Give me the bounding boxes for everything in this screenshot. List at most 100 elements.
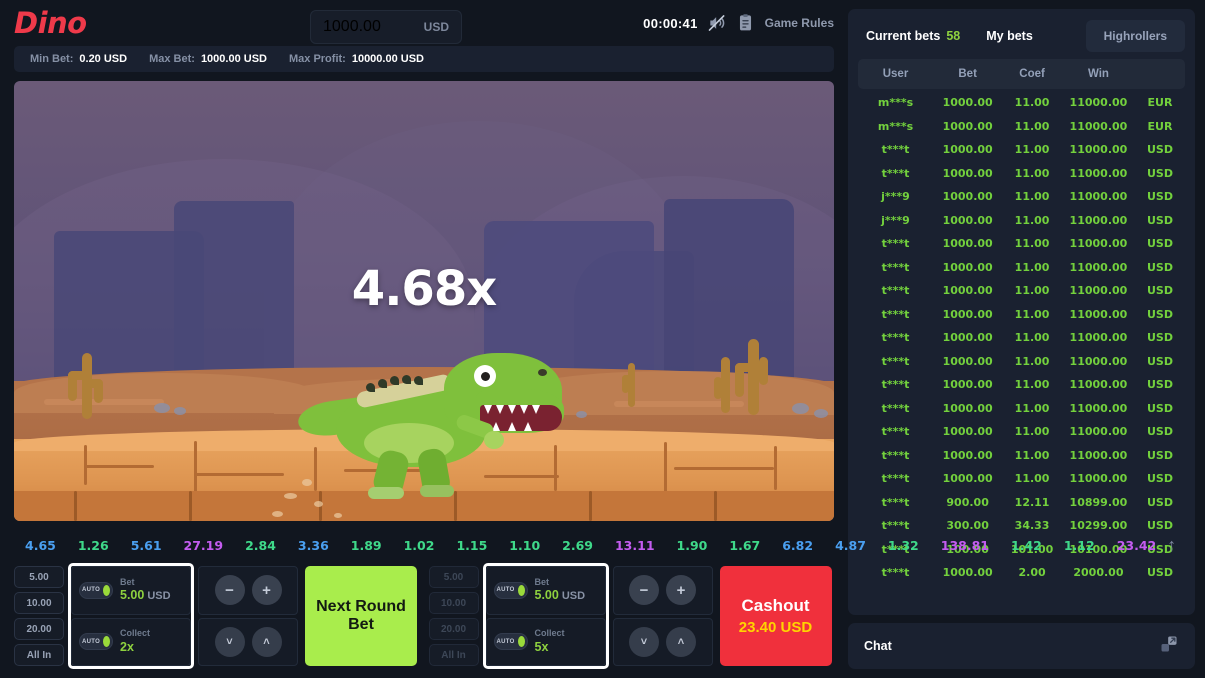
table-row[interactable]: j***9 1000.00 11.00 11000.00 USD [858,185,1185,209]
table-row[interactable]: t***t 1000.00 2.00 2000.00 USD [858,561,1185,585]
balance-display[interactable]: 1000.00 USD [310,10,462,44]
quick-bet-all-in[interactable]: All In [14,644,64,666]
quick-bet-all-in-right[interactable]: All In [428,644,479,666]
next-round-bet-button[interactable]: Next Round Bet [305,566,417,666]
history-multiplier[interactable]: 2.69 [551,538,604,553]
table-row[interactable]: t***t 900.00 12.11 10899.00 USD [858,491,1185,515]
history-multiplier[interactable]: 1.02 [393,538,446,553]
rock [576,411,587,418]
history-multiplier[interactable]: 4.65 [14,538,67,553]
table-row[interactable]: m***s 1000.00 11.00 11000.00 EUR [858,115,1185,139]
quick-bet-5[interactable]: 5.00 [14,566,64,588]
bet-currency: USD [1146,378,1173,392]
history-multiplier[interactable]: 3.36 [287,538,340,553]
collect-decrement-left[interactable]: ˅ [214,626,245,657]
table-row[interactable]: t***t 300.00 34.33 10299.00 USD [858,514,1185,538]
table-row[interactable]: t***t 1000.00 11.00 11000.00 USD [858,303,1185,327]
table-row[interactable]: t***t 1000.00 11.00 11000.00 USD [858,138,1185,162]
auto-toggle-label: AUTO [496,638,515,645]
collect-increment-right[interactable]: ˄ [666,626,696,657]
table-row[interactable]: m***s 1000.00 11.00 11000.00 EUR [858,91,1185,115]
table-row[interactable]: t***t 1000.00 11.00 11000.00 USD [858,350,1185,374]
tab-my-bets[interactable]: My bets [986,29,1033,43]
bet-currency: USD [1146,519,1173,533]
history-multiplier[interactable]: 23.42 [1106,538,1168,553]
bet-decrement-right[interactable]: − [629,575,659,606]
history-multiplier[interactable]: 138.81 [930,538,1000,553]
quick-bet-10[interactable]: 10.00 [14,592,64,614]
table-row[interactable]: j***9 1000.00 11.00 11000.00 USD [858,209,1185,233]
auto-collect-toggle-right[interactable]: AUTO [493,633,528,651]
multiplier-history: 4.65 1.26 5.61 27.19 2.84 3.36 1.89 1.02 1.15 1.1… [14,530,1176,560]
quick-bet-10-right[interactable]: 10.00 [428,592,479,614]
quick-bet-20-right[interactable]: 20.00 [428,618,479,640]
auto-bet-toggle-left[interactable]: AUTO [79,581,113,599]
table-row[interactable]: t***t 1000.00 11.00 11000.00 USD [858,162,1185,186]
arrow-up-icon[interactable]: ↑ [1167,535,1182,556]
history-multiplier[interactable]: 5.61 [120,538,173,553]
game-rules-link[interactable]: Game Rules [765,16,834,30]
bet-decrement-left[interactable]: − [214,575,245,606]
auto-bet-cell-right[interactable]: AUTO Bet 5.00 USD [485,566,606,615]
quick-bet-5-right[interactable]: 5.00 [428,566,479,588]
table-row[interactable]: t***t 1000.00 11.00 11000.00 USD [858,420,1185,444]
history-multiplier[interactable]: 1.67 [718,538,771,553]
sound-muted-icon[interactable] [707,13,727,33]
tab-current-bets[interactable]: Current bets 58 [866,29,960,43]
bet-coef: 11.00 [1014,119,1050,133]
history-multiplier[interactable]: 27.19 [173,538,235,553]
auto-collect-cell-right[interactable]: AUTO Collect 5x [485,617,606,666]
highrollers-button[interactable]: Highrollers [1085,20,1185,52]
history-multiplier[interactable]: 13.11 [604,538,666,553]
bet-user: t***t [881,448,910,462]
dust-particle [302,479,312,486]
collect-decrement-right[interactable]: ˅ [629,626,659,657]
history-multiplier[interactable]: 1.32 [877,538,930,553]
table-row[interactable]: t***t 1000.00 11.00 11000.00 USD [858,444,1185,468]
quick-bet-20[interactable]: 20.00 [14,618,64,640]
auto-bet-toggle-right[interactable]: AUTO [493,581,528,599]
bet-amount: 1000.00 [942,96,993,110]
history-multiplier[interactable]: 1.12 [1053,538,1106,553]
bet-increment-right[interactable]: + [666,575,696,606]
collect-label-left: Collect [120,628,151,639]
chat-panel[interactable]: Chat [848,623,1195,669]
history-multiplier[interactable]: 1.89 [340,538,393,553]
min-bet-label: Min Bet: [30,53,74,65]
collect-increment-left[interactable]: ˄ [251,626,282,657]
table-row[interactable]: t***t 1000.00 11.00 11000.00 USD [858,256,1185,280]
auto-bet-cell-left[interactable]: AUTO Bet 5.00 USD [71,566,191,615]
cashout-button[interactable]: Cashout 23.40 USD [719,566,832,666]
bet-currency: USD [1146,472,1173,486]
history-multiplier[interactable]: 1.42 [1000,538,1053,553]
history-multiplier[interactable]: 6.82 [771,538,824,553]
history-multiplier[interactable]: 4.87 [824,538,877,553]
table-row[interactable]: t***t 1000.00 11.00 11000.00 USD [858,232,1185,256]
table-row[interactable]: t***t 1000.00 11.00 11000.00 USD [858,467,1185,491]
history-multiplier[interactable]: 1.90 [666,538,719,553]
auto-collect-toggle-left[interactable]: AUTO [79,633,113,651]
clipboard-icon[interactable] [736,13,756,33]
bet-user: t***t [881,472,910,486]
table-row[interactable]: t***t 1000.00 11.00 11000.00 USD [858,373,1185,397]
bet-win: 10299.00 [1069,519,1128,533]
bet-amount: 1000.00 [942,143,993,157]
expand-icon[interactable] [1159,634,1179,659]
history-multiplier[interactable]: 1.15 [445,538,498,553]
collect-value-left: 2x [120,639,134,654]
table-row[interactable]: t***t 1000.00 11.00 11000.00 USD [858,397,1185,421]
bets-table-body[interactable]: m***s 1000.00 11.00 11000.00 EUR m***s 1000.00… [858,91,1185,615]
history-multiplier[interactable]: 1.10 [498,538,551,553]
steppers-left: − + ˅ ˄ [198,566,298,666]
bet-coef: 11.00 [1014,401,1050,415]
history-multiplier[interactable]: 1.26 [67,538,120,553]
bet-amount: 1000.00 [942,307,993,321]
auto-collect-cell-left[interactable]: AUTO Collect 2x [71,617,191,666]
bet-increment-left[interactable]: + [251,575,282,606]
table-row[interactable]: t***t 1000.00 11.00 11000.00 USD [858,279,1185,303]
toggle-knob [517,584,525,596]
bet-coef: 34.33 [1014,519,1050,533]
history-multiplier[interactable]: 2.84 [234,538,287,553]
table-row[interactable]: t***t 1000.00 11.00 11000.00 USD [858,326,1185,350]
column-user: User [882,68,909,80]
